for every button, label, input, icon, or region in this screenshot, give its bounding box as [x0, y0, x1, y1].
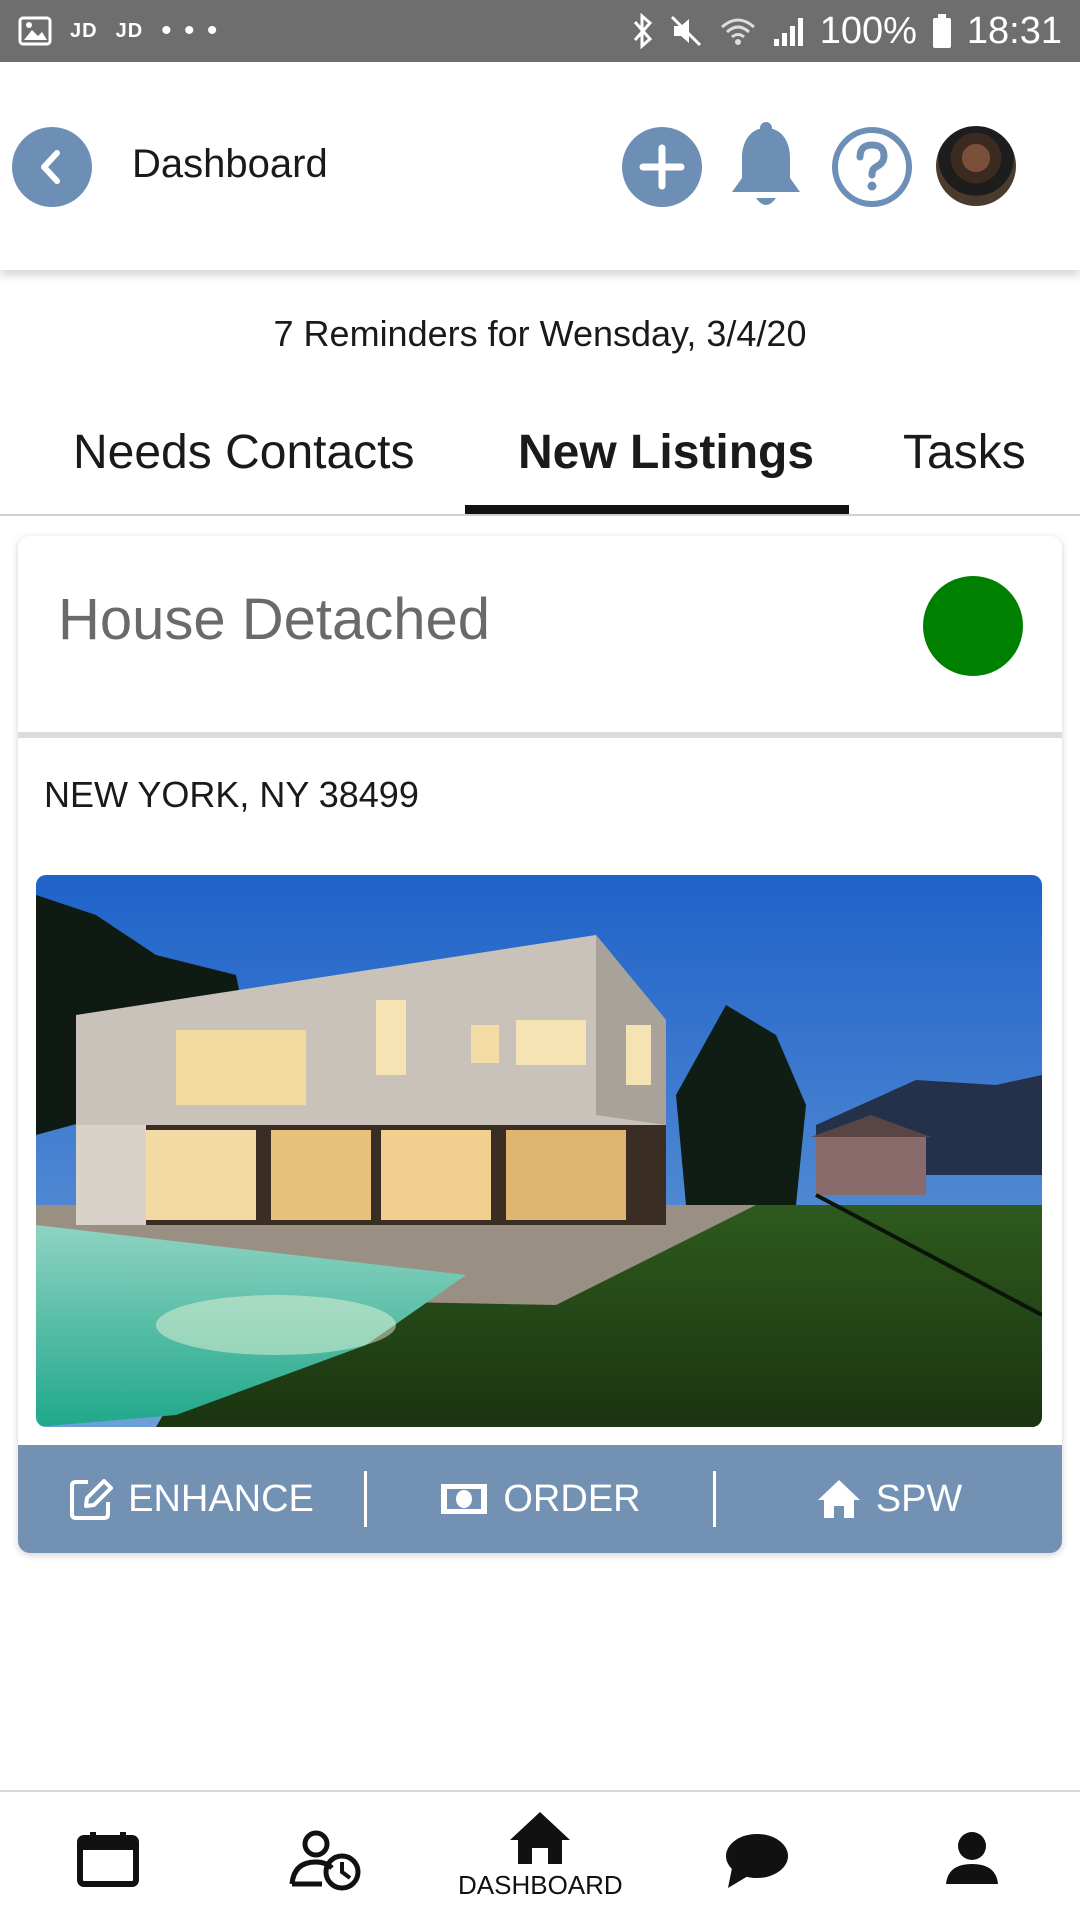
listing-address: NEW YORK, NY 38499	[44, 774, 419, 815]
house-photo-illustration	[36, 875, 1042, 1427]
order-button[interactable]: ORDER	[367, 1478, 713, 1521]
nav-calendar[interactable]	[76, 1830, 140, 1888]
more-notifications-icon: • • •	[161, 14, 220, 47]
page-title: Dashboard	[132, 142, 328, 186]
add-button[interactable]	[622, 127, 702, 207]
mute-icon	[670, 15, 701, 47]
help-button[interactable]	[832, 127, 912, 207]
spw-button[interactable]: SPW	[716, 1478, 1062, 1521]
nav-profile[interactable]	[944, 1830, 1000, 1886]
nav-dashboard[interactable]: DASHBOARD	[458, 1810, 623, 1901]
spw-label: SPW	[875, 1477, 963, 1520]
listing-type-title: House Detached	[58, 587, 491, 652]
listing-status-indicator	[923, 576, 1023, 676]
reminders-summary[interactable]: 7 Reminders for Wensday, 3/4/20	[0, 313, 1080, 355]
gallery-icon	[18, 16, 52, 46]
card-divider	[18, 732, 1062, 738]
notifications-bell-icon[interactable]	[728, 122, 804, 214]
edit-icon	[70, 1479, 114, 1520]
signal-icon	[773, 18, 803, 46]
money-icon	[441, 1484, 488, 1514]
listing-actions-bar: ENHANCE ORDER SPW	[18, 1445, 1062, 1553]
enhance-button[interactable]: ENHANCE	[18, 1476, 364, 1522]
user-avatar[interactable]	[936, 126, 1016, 206]
clock: 18:31	[966, 9, 1062, 52]
chat-bubble-icon	[726, 1834, 788, 1888]
person-clock-icon	[289, 1830, 361, 1891]
tab-tasks[interactable]: Tasks	[903, 425, 1026, 480]
chevron-left-icon	[41, 150, 60, 184]
listing-card[interactable]: House Detached NEW YORK, NY 38499 ENHANC…	[18, 536, 1062, 1553]
bottom-navigation: DASHBOARD	[0, 1790, 1080, 1920]
home-icon	[817, 1480, 860, 1518]
battery-percent: 100%	[819, 9, 917, 52]
app-header: Dashboard	[0, 62, 1080, 270]
question-mark-icon	[856, 141, 888, 191]
tabs-divider	[0, 514, 1080, 516]
tab-new-listings[interactable]: New Listings	[518, 425, 814, 480]
wifi-icon	[720, 18, 755, 45]
tab-needs-contacts[interactable]: Needs Contacts	[73, 425, 415, 480]
bluetooth-icon	[633, 13, 652, 49]
battery-icon	[932, 14, 951, 48]
listing-card-header: House Detached	[18, 536, 1062, 734]
calendar-icon	[77, 1832, 139, 1887]
back-button[interactable]	[12, 127, 92, 207]
enhance-label: ENHANCE	[128, 1477, 314, 1520]
plus-icon	[639, 144, 685, 190]
order-label: ORDER	[503, 1477, 641, 1520]
home-icon	[510, 1812, 571, 1864]
listing-photo[interactable]	[36, 875, 1042, 1427]
nav-messages[interactable]	[724, 1832, 790, 1890]
jd-notification-icon: JD	[70, 19, 98, 42]
jd-notification-icon-2: JD	[115, 19, 144, 42]
person-icon	[946, 1832, 998, 1884]
nav-dashboard-label: DASHBOARD	[458, 1870, 623, 1900]
nav-contacts-schedule[interactable]	[288, 1828, 364, 1892]
app-root: JD JD • • • 100% 18:31 Dashboard 7 Remin…	[0, 0, 1080, 1920]
status-bar: JD JD • • • 100% 18:31	[0, 0, 1080, 62]
